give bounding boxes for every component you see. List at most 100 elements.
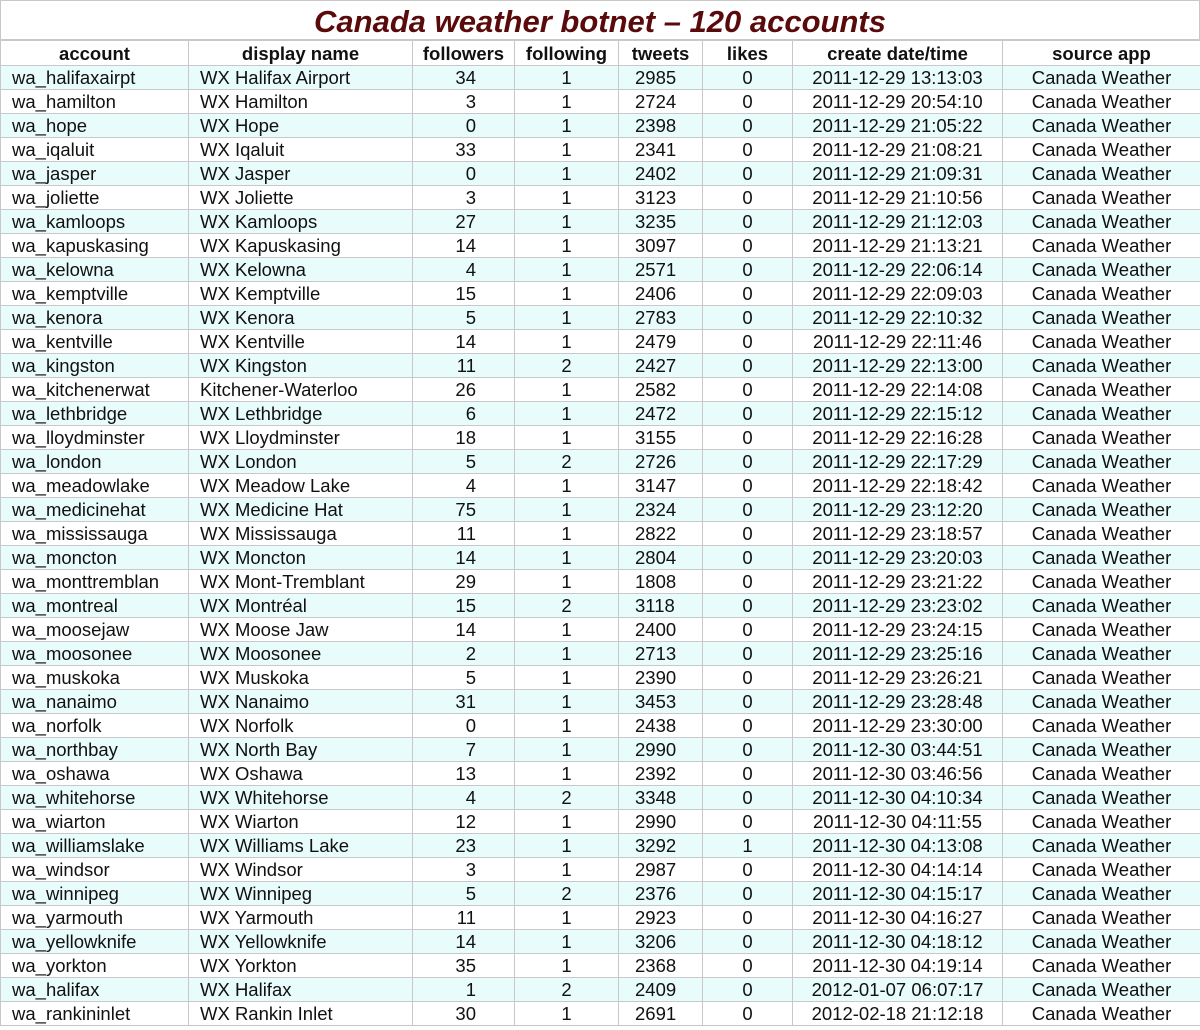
following-cell[interactable]: 1 bbox=[514, 905, 619, 930]
tweets-cell[interactable]: 3292 bbox=[618, 833, 703, 858]
account-cell[interactable]: wa_kamloops bbox=[0, 209, 189, 234]
followers-cell[interactable]: 3 bbox=[412, 185, 515, 210]
create-date-cell[interactable]: 2011-12-29 21:05:22 bbox=[792, 113, 1003, 138]
following-cell[interactable]: 1 bbox=[514, 857, 619, 882]
likes-cell[interactable]: 0 bbox=[702, 521, 793, 546]
tweets-cell[interactable]: 2392 bbox=[618, 761, 703, 786]
source-app-cell[interactable]: Canada Weather bbox=[1002, 761, 1200, 786]
account-cell[interactable]: wa_kapuskasing bbox=[0, 233, 189, 258]
likes-cell[interactable]: 0 bbox=[702, 737, 793, 762]
table-row[interactable]: wa_halifax WX Halifax 1 2 2409 0 2012-01-07 06… bbox=[0, 977, 1200, 1002]
followers-cell[interactable]: 14 bbox=[412, 233, 515, 258]
table-row[interactable]: wa_northbay WX North Bay 7 1 2990 0 2011-12-30… bbox=[0, 737, 1200, 762]
tweets-cell[interactable]: 2406 bbox=[618, 281, 703, 306]
account-cell[interactable]: wa_joliette bbox=[0, 185, 189, 210]
account-cell[interactable]: wa_mississauga bbox=[0, 521, 189, 546]
following-cell[interactable]: 1 bbox=[514, 1001, 619, 1026]
tweets-cell[interactable]: 2400 bbox=[618, 617, 703, 642]
display-name-cell[interactable]: WX Hamilton bbox=[188, 89, 413, 114]
display-name-cell[interactable]: WX Kamloops bbox=[188, 209, 413, 234]
source-app-cell[interactable]: Canada Weather bbox=[1002, 617, 1200, 642]
likes-cell[interactable]: 0 bbox=[702, 1001, 793, 1026]
tweets-cell[interactable]: 2713 bbox=[618, 641, 703, 666]
table-row[interactable]: wa_lloydminster WX Lloydminster 18 1 3155 0 20… bbox=[0, 425, 1200, 450]
display-name-cell[interactable]: WX Muskoka bbox=[188, 665, 413, 690]
followers-cell[interactable]: 29 bbox=[412, 569, 515, 594]
table-row[interactable]: wa_whitehorse WX Whitehorse 4 2 3348 0 2011-12… bbox=[0, 785, 1200, 810]
create-date-cell[interactable]: 2011-12-30 03:46:56 bbox=[792, 761, 1003, 786]
display-name-cell[interactable]: WX Mississauga bbox=[188, 521, 413, 546]
table-row[interactable]: wa_meadowlake WX Meadow Lake 4 1 3147 0 2011-1… bbox=[0, 473, 1200, 498]
tweets-cell[interactable]: 2409 bbox=[618, 977, 703, 1002]
followers-cell[interactable]: 4 bbox=[412, 785, 515, 810]
table-row[interactable]: wa_iqaluit WX Iqaluit 33 1 2341 0 2011-12-29 2… bbox=[0, 137, 1200, 162]
account-cell[interactable]: wa_yellowknife bbox=[0, 929, 189, 954]
source-app-cell[interactable]: Canada Weather bbox=[1002, 137, 1200, 162]
create-date-cell[interactable]: 2011-12-29 22:06:14 bbox=[792, 257, 1003, 282]
following-cell[interactable]: 1 bbox=[514, 209, 619, 234]
table-row[interactable]: wa_kamloops WX Kamloops 27 1 3235 0 2011-12-29… bbox=[0, 209, 1200, 234]
tweets-cell[interactable]: 2804 bbox=[618, 545, 703, 570]
followers-cell[interactable]: 4 bbox=[412, 257, 515, 282]
table-row[interactable]: wa_kelowna WX Kelowna 4 1 2571 0 2011-12-29 22… bbox=[0, 257, 1200, 282]
likes-cell[interactable]: 0 bbox=[702, 545, 793, 570]
following-cell[interactable]: 1 bbox=[514, 665, 619, 690]
likes-cell[interactable]: 0 bbox=[702, 113, 793, 138]
table-row[interactable]: wa_kitchenerwat Kitchener-Waterloo 26 1 2582… bbox=[0, 377, 1200, 402]
table-row[interactable]: wa_kapuskasing WX Kapuskasing 14 1 3097 0 2011… bbox=[0, 233, 1200, 258]
followers-cell[interactable]: 5 bbox=[412, 881, 515, 906]
tweets-cell[interactable]: 2368 bbox=[618, 953, 703, 978]
followers-cell[interactable]: 6 bbox=[412, 401, 515, 426]
account-cell[interactable]: wa_oshawa bbox=[0, 761, 189, 786]
following-cell[interactable]: 1 bbox=[514, 569, 619, 594]
source-app-cell[interactable]: Canada Weather bbox=[1002, 425, 1200, 450]
followers-cell[interactable]: 33 bbox=[412, 137, 515, 162]
source-app-cell[interactable]: Canada Weather bbox=[1002, 401, 1200, 426]
table-row[interactable]: wa_kemptville WX Kemptville 15 1 2406 0 2011-1… bbox=[0, 281, 1200, 306]
create-date-cell[interactable]: 2011-12-29 23:20:03 bbox=[792, 545, 1003, 570]
display-name-cell[interactable]: WX Nanaimo bbox=[188, 689, 413, 714]
account-cell[interactable]: wa_moosejaw bbox=[0, 617, 189, 642]
followers-cell[interactable]: 3 bbox=[412, 89, 515, 114]
create-date-cell[interactable]: 2011-12-30 04:10:34 bbox=[792, 785, 1003, 810]
likes-cell[interactable]: 0 bbox=[702, 929, 793, 954]
display-name-cell[interactable]: WX Windsor bbox=[188, 857, 413, 882]
source-app-cell[interactable]: Canada Weather bbox=[1002, 881, 1200, 906]
likes-cell[interactable]: 0 bbox=[702, 569, 793, 594]
source-app-cell[interactable]: Canada Weather bbox=[1002, 641, 1200, 666]
followers-cell[interactable]: 11 bbox=[412, 905, 515, 930]
display-name-cell[interactable]: WX Kenora bbox=[188, 305, 413, 330]
account-cell[interactable]: wa_montreal bbox=[0, 593, 189, 618]
following-cell[interactable]: 2 bbox=[514, 977, 619, 1002]
create-date-cell[interactable]: 2011-12-29 22:10:32 bbox=[792, 305, 1003, 330]
display-name-cell[interactable]: WX Lloydminster bbox=[188, 425, 413, 450]
followers-cell[interactable]: 27 bbox=[412, 209, 515, 234]
table-row[interactable]: wa_nanaimo WX Nanaimo 31 1 3453 0 2011-12-29 2… bbox=[0, 689, 1200, 714]
likes-cell[interactable]: 0 bbox=[702, 185, 793, 210]
likes-cell[interactable]: 0 bbox=[702, 329, 793, 354]
likes-cell[interactable]: 1 bbox=[702, 833, 793, 858]
create-date-cell[interactable]: 2011-12-30 04:18:12 bbox=[792, 929, 1003, 954]
display-name-cell[interactable]: WX Moosonee bbox=[188, 641, 413, 666]
source-app-cell[interactable]: Canada Weather bbox=[1002, 65, 1200, 90]
likes-cell[interactable]: 0 bbox=[702, 857, 793, 882]
create-date-cell[interactable]: 2011-12-29 23:21:22 bbox=[792, 569, 1003, 594]
tweets-cell[interactable]: 3348 bbox=[618, 785, 703, 810]
create-date-cell[interactable]: 2011-12-30 04:19:14 bbox=[792, 953, 1003, 978]
followers-cell[interactable]: 1 bbox=[412, 977, 515, 1002]
create-date-cell[interactable]: 2011-12-29 23:12:20 bbox=[792, 497, 1003, 522]
create-date-cell[interactable]: 2011-12-29 23:25:16 bbox=[792, 641, 1003, 666]
following-cell[interactable]: 1 bbox=[514, 113, 619, 138]
table-row[interactable]: wa_hope WX Hope 0 1 2398 0 2011-12-29 21:05:22… bbox=[0, 113, 1200, 138]
following-cell[interactable]: 1 bbox=[514, 257, 619, 282]
likes-cell[interactable]: 0 bbox=[702, 761, 793, 786]
create-date-cell[interactable]: 2011-12-29 22:13:00 bbox=[792, 353, 1003, 378]
following-cell[interactable]: 1 bbox=[514, 809, 619, 834]
likes-cell[interactable]: 0 bbox=[702, 977, 793, 1002]
following-cell[interactable]: 1 bbox=[514, 281, 619, 306]
account-cell[interactable]: wa_iqaluit bbox=[0, 137, 189, 162]
create-date-cell[interactable]: 2012-02-18 21:12:18 bbox=[792, 1001, 1003, 1026]
source-app-cell[interactable]: Canada Weather bbox=[1002, 353, 1200, 378]
column-header-likes[interactable]: likes bbox=[702, 40, 793, 66]
source-app-cell[interactable]: Canada Weather bbox=[1002, 377, 1200, 402]
